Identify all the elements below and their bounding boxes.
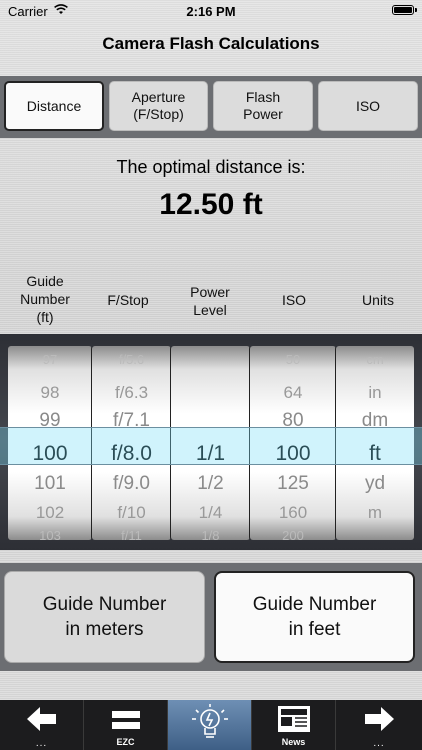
selected-value: 1/1	[195, 442, 226, 465]
status-bar: Carrier 2:16 PM	[0, 0, 422, 24]
selected-value: ft	[369, 442, 381, 465]
picker-wheel-units[interactable]: cm in dm ft yd m	[336, 346, 414, 540]
clock: 2:16 PM	[186, 4, 236, 19]
guide-number-feet-button[interactable]: Guide Number in feet	[214, 571, 415, 663]
header-iso: ISO	[281, 292, 307, 308]
picker-wheel-guide-number[interactable]: 97 98 99 100 101 102 103	[8, 346, 92, 540]
value-picker: 97 98 99 100 101 102 103 f/5.6 f/6.3 f/7…	[0, 334, 422, 550]
result-value: 12.50 ft	[159, 188, 263, 221]
page-title: Camera Flash Calculations	[102, 34, 320, 53]
tab-iso[interactable]: ISO	[318, 81, 418, 131]
picker-wheel-iso[interactable]: 50 64 80 100 125 160 200	[250, 346, 336, 540]
tab-flash-power[interactable]: Flash Power	[213, 81, 313, 131]
newspaper-icon	[277, 706, 310, 732]
header-units: Units	[362, 292, 394, 308]
header-guide-number: Guide Number (ft)	[20, 273, 70, 325]
selected-value: 100	[275, 442, 311, 465]
header-power-level: Power Level	[190, 284, 230, 318]
ezc-icon	[111, 711, 140, 729]
arrow-left-icon	[26, 707, 56, 731]
tab-news[interactable]: News	[252, 700, 336, 750]
tab-forward[interactable]: ...	[336, 700, 422, 750]
arrow-right-icon	[365, 707, 394, 731]
tab-back[interactable]: ...	[0, 700, 84, 750]
picker-wheel-power-level[interactable]: 1/1 1/2 1/4 1/8	[171, 346, 250, 540]
selected-value: f/8.0	[111, 442, 152, 465]
picker-wheel-fstop[interactable]: f/5.6 f/6.3 f/7.1 f/8.0 f/9.0 f/10 f/11	[92, 346, 171, 540]
battery-icon	[392, 5, 417, 15]
tab-distance[interactable]: Distance	[4, 81, 104, 131]
tab-lightbulb[interactable]	[168, 700, 252, 750]
tab-aperture[interactable]: Aperture (F/Stop)	[109, 81, 208, 131]
guide-number-unit-selector: Guide Number in meters Guide Number in f…	[0, 563, 422, 671]
result-label: The optimal distance is:	[116, 157, 306, 177]
guide-number-meters-button[interactable]: Guide Number in meters	[4, 571, 205, 663]
selected-value: 100	[32, 442, 68, 465]
bottom-tab-bar: ... EZC News ...	[0, 700, 422, 750]
header-fstop: F/Stop	[107, 292, 149, 308]
tab-ezc[interactable]: EZC	[84, 700, 168, 750]
lightbulb-icon	[191, 704, 228, 738]
mode-selector: Distance Aperture (F/Stop) Flash Power I…	[0, 76, 422, 138]
